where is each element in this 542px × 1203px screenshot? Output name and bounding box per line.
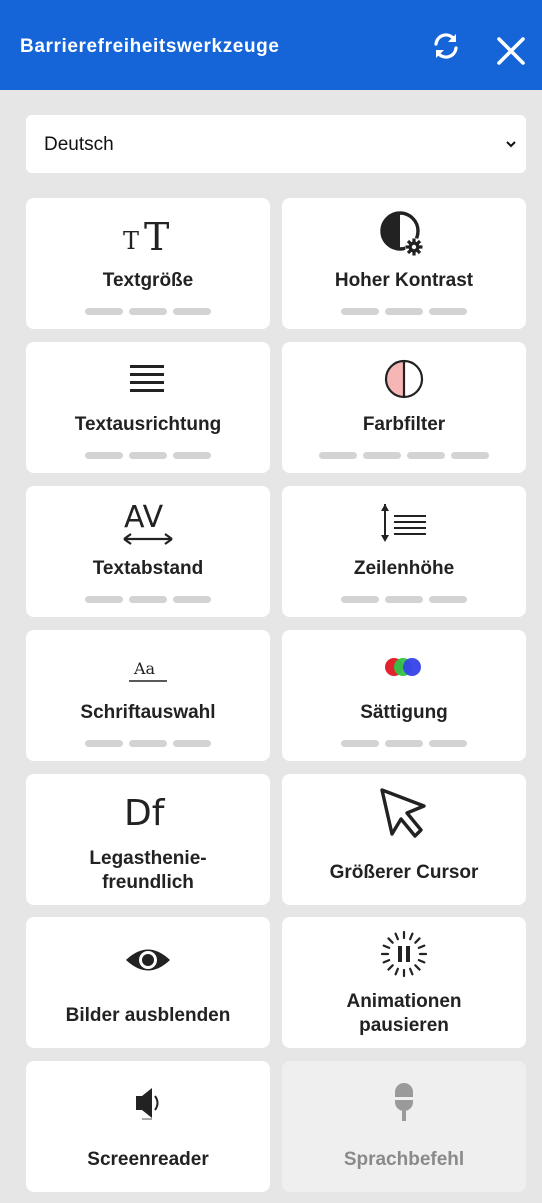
- header: Barrierefreiheitswerkzeuge: [0, 0, 542, 90]
- tool-label: Hoher Kontrast: [334, 270, 474, 291]
- tool-label: Schriftauswahl: [80, 702, 216, 723]
- refresh-icon: [434, 33, 458, 59]
- tool-card-font-select[interactable]: Aa Schriftauswahl: [26, 630, 270, 761]
- letter-spacing-icon: AV: [123, 500, 173, 545]
- level-indicator: [26, 452, 270, 459]
- level-indicator: [26, 740, 270, 747]
- panel-title: Barrierefreiheitswerkzeuge: [20, 36, 280, 57]
- tool-label: Animationen pausieren: [346, 991, 462, 1036]
- tool-label: Sättigung: [360, 702, 448, 723]
- tool-label: Screenreader: [87, 1149, 209, 1170]
- close-icon: [497, 37, 525, 65]
- svg-text:AV: AV: [124, 500, 164, 535]
- tool-label: Sprachbefehl: [343, 1149, 465, 1170]
- tool-label: Textausrichtung: [74, 414, 222, 435]
- tool-label: Legasthenie- freundlich: [89, 848, 207, 893]
- tool-card-line-height[interactable]: Zeilenhöhe: [282, 486, 526, 617]
- tool-card-bigger-cursor[interactable]: Größerer Cursor: [282, 774, 526, 905]
- microphone-icon: [395, 1083, 413, 1121]
- tool-card-hide-images[interactable]: Bilder ausblenden: [26, 917, 270, 1048]
- language-select[interactable]: Deutsch: [26, 115, 526, 173]
- tool-card-saturation[interactable]: Sättigung: [282, 630, 526, 761]
- svg-text:T: T: [144, 215, 169, 257]
- tool-card-text-size[interactable]: T T Textgröße: [26, 198, 270, 329]
- color-filter-icon: [384, 359, 424, 399]
- speaker-icon: [136, 1088, 159, 1120]
- text-align-icon: [130, 365, 164, 392]
- tool-label: Größerer Cursor: [329, 862, 479, 883]
- level-indicator: [282, 452, 526, 459]
- level-indicator: [282, 308, 526, 315]
- cursor-icon: [380, 788, 426, 838]
- level-indicator: [282, 596, 526, 603]
- tool-label: Zeilenhöhe: [353, 558, 455, 579]
- tool-card-dyslexia[interactable]: Df Legasthenie- freundlich: [26, 774, 270, 905]
- tool-label: Bilder ausblenden: [65, 1005, 231, 1026]
- tool-card-voice-command: Sprachbefehl: [282, 1061, 526, 1192]
- eye-icon: [126, 949, 170, 971]
- svg-text:Aa: Aa: [133, 659, 156, 678]
- tool-card-text-spacing[interactable]: AV Textabstand: [26, 486, 270, 617]
- tool-card-pause-animations[interactable]: Animationen pausieren: [282, 917, 526, 1048]
- text-size-icon: T T: [123, 215, 169, 257]
- tool-label: Textgröße: [102, 270, 194, 291]
- line-height-icon: [381, 504, 426, 542]
- tool-card-color-filter[interactable]: Farbfilter: [282, 342, 526, 473]
- tool-card-high-contrast[interactable]: Hoher Kontrast: [282, 198, 526, 329]
- language-select-value: Deutsch: [44, 134, 114, 155]
- chevron-down-icon: [506, 141, 516, 148]
- contrast-icon: [380, 211, 423, 256]
- tool-card-text-align[interactable]: Textausrichtung: [26, 342, 270, 473]
- tool-label: Textabstand: [92, 558, 204, 579]
- reset-button[interactable]: [428, 28, 464, 64]
- tool-card-screenreader[interactable]: Screenreader: [26, 1061, 270, 1192]
- close-button[interactable]: [492, 32, 530, 70]
- level-indicator: [282, 740, 526, 747]
- svg-text:T: T: [123, 227, 139, 255]
- font-select-icon: Aa: [129, 659, 167, 682]
- level-indicator: [26, 596, 270, 603]
- tool-label: Farbfilter: [362, 414, 446, 435]
- level-indicator: [26, 308, 270, 315]
- saturation-icon: [385, 658, 421, 676]
